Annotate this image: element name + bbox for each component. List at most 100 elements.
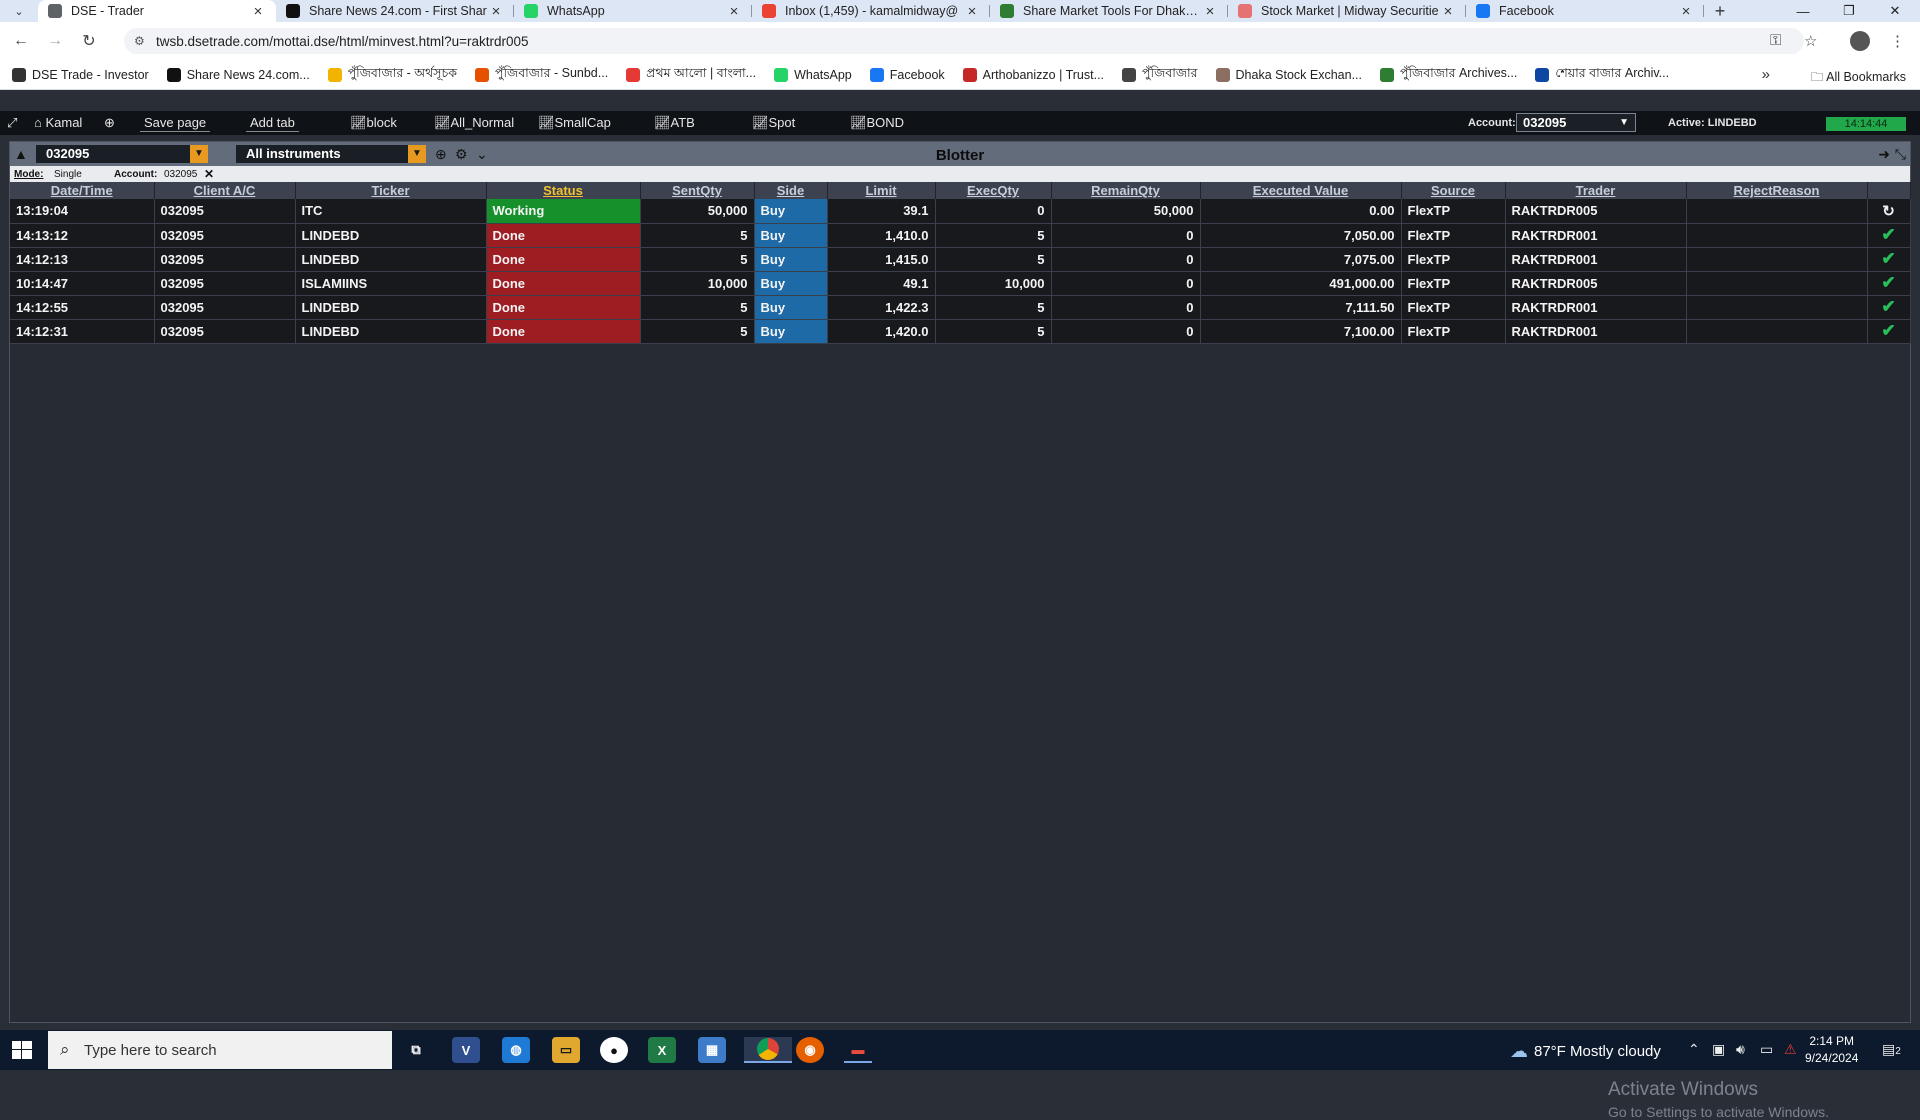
tray-device-icon[interactable]: ▣ bbox=[1712, 1041, 1725, 1058]
col-reject-reason[interactable]: RejectReason bbox=[1686, 182, 1868, 199]
taskbar-search-field[interactable]: ⌕ Type here to search bbox=[48, 1031, 392, 1069]
blotter-panel: ▲ 032095 ▼ All instruments ▼ ⊕ ⚙ ⌄ Blotter… bbox=[9, 141, 1911, 1120]
forward-icon[interactable]: → bbox=[38, 32, 72, 50]
browser-tab-2[interactable]: WhatsApp × bbox=[514, 0, 752, 22]
browser-menu-icon[interactable]: ⋮ bbox=[1890, 32, 1905, 50]
col-status[interactable]: Status bbox=[486, 182, 641, 199]
tab-close-icon[interactable]: × bbox=[250, 3, 266, 20]
site-info-icon[interactable]: ⚙ bbox=[134, 34, 145, 48]
tab-close-icon[interactable]: × bbox=[964, 3, 980, 20]
windows-start-icon[interactable] bbox=[12, 1041, 32, 1059]
col-execqty[interactable]: ExecQty bbox=[935, 182, 1052, 199]
pdf-tray-icon[interactable]: ⚠ bbox=[1784, 1041, 1797, 1058]
bookmark-star-icon[interactable]: ☆ bbox=[1804, 32, 1817, 50]
excel-app-icon[interactable]: X bbox=[648, 1037, 676, 1063]
bookmark-item-7[interactable]: Arthobanizzo | Trust... bbox=[962, 65, 1104, 85]
browser-tab-6[interactable]: Facebook × bbox=[1466, 0, 1704, 22]
bookmark-item-1[interactable]: Share News 24.com... bbox=[166, 65, 310, 85]
col-side[interactable]: Side bbox=[754, 182, 828, 199]
add-circle-icon[interactable]: ⊕ bbox=[104, 115, 115, 131]
tab-close-icon[interactable]: × bbox=[1440, 3, 1456, 20]
calculator-app-icon[interactable]: ▦ bbox=[698, 1037, 726, 1063]
weather-widget[interactable]: ☁ 87°F Mostly cloudy bbox=[1510, 1041, 1661, 1062]
arrow-right-icon[interactable]: ➜ bbox=[1878, 146, 1890, 163]
tab-close-icon[interactable]: × bbox=[1678, 3, 1694, 20]
media-app-icon[interactable]: ● bbox=[600, 1037, 628, 1063]
table-row[interactable]: 10:14:47 032095 ISLAMIINS Done 10,000 Buy 49.1… bbox=[10, 271, 1911, 296]
volume-icon[interactable]: 🔊︎ bbox=[1736, 1041, 1745, 1058]
table-row[interactable]: 14:12:55 032095 LINDEBD Done 5 Buy 1,422.3 5 0 7,… bbox=[10, 295, 1911, 320]
url-field[interactable]: ⚙ twsb.dsetrade.com/mottai.dse/html/minv… bbox=[124, 28, 1804, 54]
tab-block[interactable]: 📈︎block bbox=[350, 115, 397, 131]
browser-tab-1[interactable]: Share News 24.com - First Shar × bbox=[276, 0, 514, 22]
table-row[interactable]: 14:12:31 032095 LINDEBD Done 5 Buy 1,420.0 5 0 7,… bbox=[10, 319, 1911, 344]
trading-app-icon[interactable]: ▬ bbox=[844, 1037, 872, 1063]
bookmark-item-6[interactable]: Facebook bbox=[869, 65, 945, 85]
save-page-button[interactable]: Save page bbox=[140, 114, 211, 132]
user-menu[interactable]: ⌂ Kamal bbox=[34, 115, 82, 130]
firefox-app-icon[interactable]: ◉ bbox=[796, 1037, 824, 1063]
bookmark-item-10[interactable]: পুঁজিবাজার Archives... bbox=[1379, 65, 1517, 85]
browser-tab-0[interactable]: DSE - Trader × bbox=[38, 0, 276, 22]
back-icon[interactable]: ← bbox=[4, 32, 38, 50]
reload-icon[interactable]: ↻ bbox=[72, 31, 106, 51]
tab-close-icon[interactable]: × bbox=[488, 3, 504, 20]
all-bookmarks-button[interactable]: 🗀 All Bookmarks bbox=[1811, 68, 1906, 89]
vscode-app-icon[interactable]: V bbox=[452, 1037, 480, 1063]
close-window-button[interactable]: ✕ bbox=[1872, 0, 1918, 22]
tab-atb[interactable]: 📈︎ATB bbox=[654, 115, 695, 131]
shrink-icon[interactable]: ⤡ bbox=[1895, 146, 1906, 163]
col-limit[interactable]: Limit bbox=[827, 182, 936, 199]
table-row[interactable]: 14:13:12 032095 LINDEBD Done 5 Buy 1,410.0 5 0 7,… bbox=[10, 223, 1911, 248]
file-explorer-icon[interactable]: ▭ bbox=[552, 1037, 580, 1063]
col-remainqty[interactable]: RemainQty bbox=[1051, 182, 1201, 199]
col-trader[interactable]: Trader bbox=[1505, 182, 1687, 199]
remote-app-icon[interactable]: ◍ bbox=[502, 1037, 530, 1063]
network-icon[interactable]: ▭ bbox=[1760, 1041, 1773, 1058]
cell-source: FlexTP bbox=[1401, 223, 1506, 248]
tab-smallcap[interactable]: 📈︎SmallCap bbox=[538, 115, 611, 131]
chrome-app-icon[interactable] bbox=[744, 1037, 792, 1063]
col-client[interactable]: Client A/C bbox=[154, 182, 296, 199]
tab-bond[interactable]: 📈︎BOND bbox=[850, 115, 904, 131]
bookmark-item-2[interactable]: পুঁজিবাজার - অর্থসূচক bbox=[327, 65, 457, 85]
tray-chevron-icon[interactable]: ⌃ bbox=[1688, 1041, 1700, 1058]
bookmark-item-5[interactable]: WhatsApp bbox=[774, 65, 852, 85]
table-row[interactable]: 14:12:13 032095 LINDEBD Done 5 Buy 1,415.0 5 0 7,… bbox=[10, 247, 1911, 272]
expand-icon[interactable]: ⤢ bbox=[7, 115, 17, 131]
restore-button[interactable]: ❐ bbox=[1826, 0, 1872, 22]
remove-account-icon[interactable]: ✕ bbox=[204, 167, 214, 181]
browser-tab-3[interactable]: Inbox (1,459) - kamalmidway@ × bbox=[752, 0, 990, 22]
table-row[interactable]: 13:19:04 032095 ITC Working 50,000 Buy 39.1 0 50… bbox=[10, 199, 1911, 224]
col-datetime[interactable]: Date/Time bbox=[10, 182, 155, 199]
profile-avatar[interactable] bbox=[1850, 31, 1870, 51]
bookmark-item-11[interactable]: শেয়ার বাজার Archiv... bbox=[1535, 65, 1669, 85]
bookmark-item-4[interactable]: প্রথম আলো | বাংলা... bbox=[626, 65, 756, 85]
bookmark-item-9[interactable]: Dhaka Stock Exchan... bbox=[1215, 65, 1362, 85]
bookmarks-overflow-icon[interactable]: » bbox=[1762, 66, 1770, 83]
browser-tab-5[interactable]: Stock Market | Midway Securitie × bbox=[1228, 0, 1466, 22]
col-ticker[interactable]: Ticker bbox=[295, 182, 487, 199]
bookmark-item-0[interactable]: DSE Trade - Investor bbox=[12, 65, 149, 85]
cell-executed-value: 7,111.50 bbox=[1200, 295, 1402, 320]
system-clock[interactable]: 2:14 PM 9/24/2024 bbox=[1805, 1033, 1858, 1067]
new-tab-button[interactable]: + bbox=[1704, 0, 1736, 22]
tab-all-normal[interactable]: 📈︎All_Normal bbox=[434, 115, 514, 131]
table-header-row: Date/Time Client A/C Ticker Status SentQ… bbox=[10, 182, 1911, 199]
tab-spot[interactable]: 📈︎Spot bbox=[752, 115, 795, 131]
account-select[interactable]: 032095 ▼ bbox=[1516, 113, 1636, 132]
tab-close-icon[interactable]: × bbox=[1202, 3, 1218, 20]
bookmark-item-3[interactable]: পুঁজিবাজার - Sunbd... bbox=[474, 65, 608, 85]
add-tab-button[interactable]: Add tab bbox=[246, 114, 299, 132]
tab-search-icon[interactable]: ⌄ bbox=[0, 0, 38, 22]
task-view-icon[interactable]: ⧉ bbox=[402, 1037, 430, 1063]
browser-tab-4[interactable]: Share Market Tools For Dhaka S × bbox=[990, 0, 1228, 22]
col-sentqty[interactable]: SentQty bbox=[640, 182, 755, 199]
password-key-icon[interactable]: ⚿ bbox=[1770, 32, 1781, 49]
col-executed-value[interactable]: Executed Value bbox=[1200, 182, 1402, 199]
bookmark-item-8[interactable]: পুঁজিবাজার bbox=[1122, 65, 1198, 85]
tab-close-icon[interactable]: × bbox=[726, 3, 742, 20]
minimize-button[interactable]: — bbox=[1780, 0, 1826, 22]
notifications-icon[interactable]: ▤2 bbox=[1882, 1041, 1901, 1058]
col-source[interactable]: Source bbox=[1401, 182, 1506, 199]
